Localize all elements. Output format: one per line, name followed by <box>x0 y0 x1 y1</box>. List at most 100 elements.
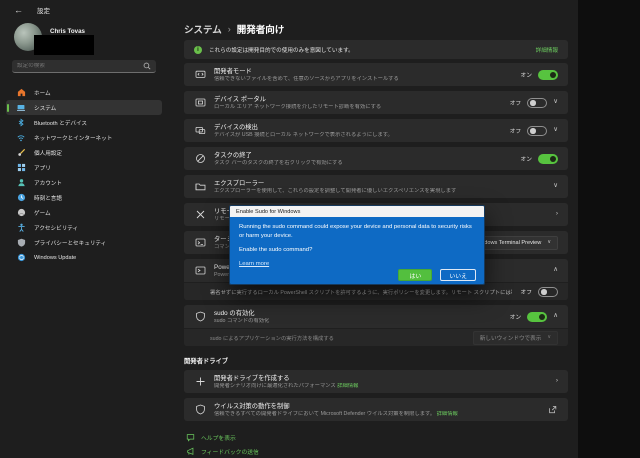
banner-learn-more-link[interactable]: 詳細情報 <box>536 46 558 54</box>
setting-title: 開発者モード <box>214 67 512 76</box>
sidebar-item-label: Bluetooth とデバイス <box>34 119 87 127</box>
setting-row: 開発者モード 信頼できないファイルを含めて、任意のソースからアプリをインストール… <box>184 63 568 86</box>
execution-policy-toggle[interactable] <box>538 287 558 297</box>
learn-more-link[interactable]: 詳細情報 <box>437 411 458 417</box>
setting-end-task: タスクの終了 タスク バーのタスクの終了を右クリックで有効にする オン <box>184 147 568 170</box>
dev-drive-section-title: 開発者ドライブ <box>184 356 568 365</box>
setting-title: デバイスの検出 <box>214 123 502 132</box>
sidebar-item-label: 時刻と言語 <box>34 194 62 202</box>
setting-title: デバイス ポータル <box>214 95 502 104</box>
sidebar-nav: ホーム システム Bluetooth とデバイス ネットワークとインターネット <box>4 85 164 265</box>
search-box[interactable] <box>12 60 156 73</box>
chevron-down-icon[interactable]: ∨ <box>553 183 558 190</box>
breadcrumb-parent[interactable]: システム <box>184 22 222 36</box>
sidebar-item-home[interactable]: ホーム <box>6 85 162 100</box>
setting-subtitle: 開発者シナリオ向けに最適化されたパフォーマンス 詳細情報 <box>214 383 548 390</box>
chevron-down-icon: ∨ <box>547 240 551 245</box>
sidebar-item-windows-update[interactable]: Windows Update <box>6 250 162 265</box>
breadcrumb: システム › 開発者向け <box>184 22 568 36</box>
sidebar-item-label: システム <box>34 104 56 112</box>
setting-developer-mode: 開発者モード 信頼できないファイルを含めて、任意のソースからアプリをインストール… <box>184 63 568 86</box>
dialog-titlebar[interactable]: Enable Sudo for Windows <box>230 206 484 217</box>
screen: ← 設定 Chris Tovas ホーム <box>0 0 640 458</box>
setting-subtitle: エクスプローラーを使用して、これらの設定を調整して開発者に優しいエクスペリエンス… <box>214 188 545 195</box>
chevron-down-icon[interactable]: ∨ <box>553 99 558 106</box>
network-icon <box>16 134 26 142</box>
device-discovery-toggle[interactable] <box>527 126 547 136</box>
end-task-toggle[interactable] <box>538 154 558 164</box>
setting-title: 開発者ドライブを作成する <box>214 374 548 383</box>
setting-row: デバイス ポータル ローカル エリア ネットワーク接続を介したリモート診断を有効… <box>184 91 568 114</box>
setting-subtitle: デバイスが USB 接続とローカル ネットワークで表示されるようにします。 <box>214 132 502 139</box>
search-input[interactable] <box>17 63 97 69</box>
sidebar-item-label: Windows Update <box>34 255 76 261</box>
setting-row[interactable]: 開発者ドライブを作成する 開発者シナリオ向けに最適化されたパフォーマンス 詳細情… <box>184 370 568 393</box>
external-link-icon[interactable] <box>546 405 558 414</box>
setting-row[interactable]: ウイルス対策の動作を制御 信頼できるすべての開発者ドライブにおいて Micros… <box>184 398 568 421</box>
sudo-mode-value: 新しいウィンドウで表示 <box>480 334 542 342</box>
setting-row: デバイスの検出 デバイスが USB 接続とローカル ネットワークで表示されるよう… <box>184 119 568 142</box>
chevron-up-icon[interactable]: ∧ <box>553 267 558 274</box>
toggle-state-label: オン <box>510 312 522 321</box>
chevron-right-icon[interactable]: › <box>556 211 558 218</box>
sudo-mode-dropdown[interactable]: 新しいウィンドウで表示 ∨ <box>473 331 558 345</box>
toggle-state-label: オン <box>520 70 532 79</box>
sidebar-item-bluetooth-devices[interactable]: Bluetooth とデバイス <box>6 115 162 130</box>
yes-button[interactable]: はい <box>398 269 432 281</box>
sidebar-item-gaming[interactable]: ゲーム <box>6 205 162 220</box>
sudo-shield-icon <box>194 311 206 322</box>
chevron-up-icon[interactable]: ∧ <box>553 313 558 320</box>
info-banner: i これらの設定は開発目的での使用のみを意図しています。 詳細情報 <box>184 40 568 59</box>
get-help-link[interactable]: ヘルプを表示 <box>186 433 568 442</box>
setting-title: タスクの終了 <box>214 151 512 160</box>
sidebar-item-privacy-security[interactable]: プライバシーとセキュリティ <box>6 235 162 250</box>
file-explorer-icon <box>194 181 206 192</box>
dialog-learn-more-link[interactable]: Learn more <box>239 261 269 267</box>
developer-mode-toggle[interactable] <box>538 70 558 80</box>
privacy-icon <box>16 238 26 247</box>
toggle-state-label: オフ <box>520 287 532 296</box>
chevron-right-icon[interactable]: › <box>556 378 558 385</box>
sidebar-item-accounts[interactable]: アカウント <box>6 175 162 190</box>
sidebar-item-label: ホーム <box>34 89 51 97</box>
sidebar-item-personalization[interactable]: 個人用設定 <box>6 145 162 160</box>
setting-device-discovery: デバイスの検出 デバイスが USB 接続とローカル ネットワークで表示されるよう… <box>184 119 568 142</box>
developer-mode-icon <box>194 69 206 80</box>
setting-antivirus-behavior: ウイルス対策の動作を制御 信頼できるすべての開発者ドライブにおいて Micros… <box>184 398 568 421</box>
no-button[interactable]: いいえ <box>440 269 476 281</box>
user-profile[interactable]: Chris Tovas <box>12 22 156 54</box>
setting-file-explorer: エクスプローラー エクスプローラーを使用して、これらの設定を調整して開発者に優し… <box>184 175 568 198</box>
remote-desktop-icon <box>194 209 206 220</box>
plus-icon <box>194 376 206 387</box>
settings-window: ← 設定 Chris Tovas ホーム <box>0 0 578 458</box>
terminal-icon <box>194 237 206 248</box>
sidebar-item-apps[interactable]: アプリ <box>6 160 162 175</box>
sub-setting-text: 署名せずに実行するローカル PowerShell スクリプトを許可するように、実… <box>210 288 512 296</box>
sudo-run-mode-row: sudo によるアプリケーションの実行方法を構成する 新しいウィンドウで表示 ∨ <box>184 329 568 346</box>
setting-row: タスクの終了 タスク バーのタスクの終了を右クリックで有効にする オン <box>184 147 568 170</box>
chevron-down-icon[interactable]: ∨ <box>553 127 558 134</box>
dialog-title: Enable Sudo for Windows <box>236 209 300 215</box>
sidebar-item-label: ゲーム <box>34 209 51 217</box>
enable-sudo-dialog: Enable Sudo for Windows Running the sudo… <box>229 205 485 285</box>
back-button[interactable]: ← <box>14 5 23 15</box>
device-discovery-icon <box>194 125 206 136</box>
powershell-icon <box>194 265 206 276</box>
page-title: 開発者向け <box>237 22 285 36</box>
device-portal-toggle[interactable] <box>527 98 547 108</box>
end-task-icon <box>194 153 206 164</box>
sidebar-item-network-internet[interactable]: ネットワークとインターネット <box>6 130 162 145</box>
sidebar-item-system[interactable]: システム <box>6 100 162 115</box>
page-footer: ヘルプを表示 フィードバックの送信 <box>184 433 568 456</box>
send-feedback-link[interactable]: フィードバックの送信 <box>186 447 568 456</box>
setting-row[interactable]: エクスプローラー エクスプローラーを使用して、これらの設定を調整して開発者に優し… <box>184 175 568 198</box>
personalization-icon <box>16 148 26 157</box>
learn-more-link[interactable]: 詳細情報 <box>337 383 358 389</box>
bluetooth-icon <box>16 118 26 127</box>
enable-sudo-toggle[interactable] <box>527 312 547 322</box>
dialog-question: Enable the sudo command? <box>239 247 475 253</box>
sidebar-item-label: アカウント <box>34 179 62 187</box>
sidebar-item-accessibility[interactable]: アクセシビリティ <box>6 220 162 235</box>
sidebar-item-time-language[interactable]: 時刻と言語 <box>6 190 162 205</box>
accounts-icon <box>16 178 26 187</box>
